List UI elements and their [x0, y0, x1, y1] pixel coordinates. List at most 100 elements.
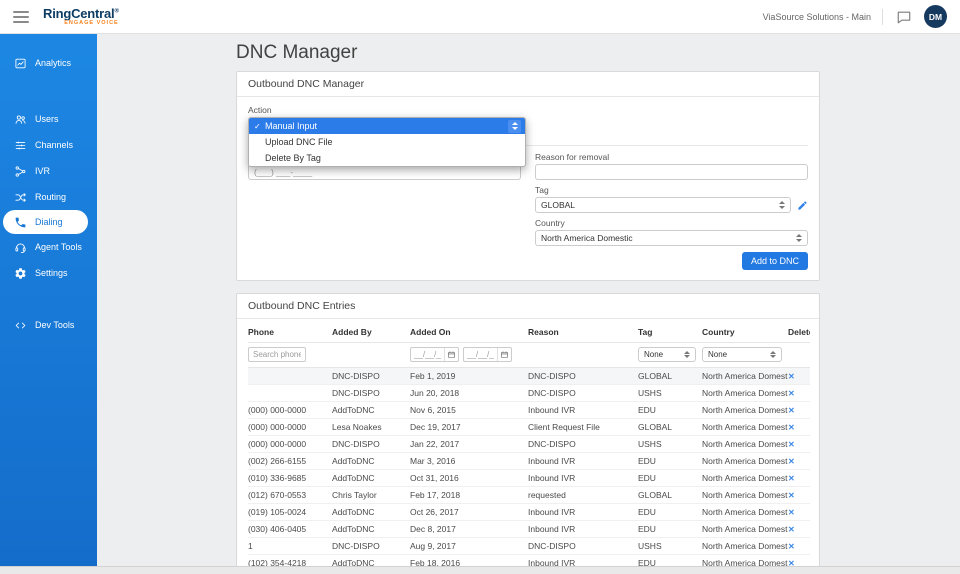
cell-tag: USHS — [638, 537, 702, 555]
hamburger-menu-icon[interactable] — [13, 10, 29, 23]
stepper-icon — [766, 350, 776, 359]
tag-select[interactable]: GLOBAL — [535, 197, 791, 213]
chat-icon[interactable] — [894, 8, 914, 26]
cell-phone: 1 — [248, 537, 332, 555]
delete-icon[interactable] — [788, 406, 795, 415]
delete-icon[interactable] — [788, 542, 795, 551]
entries-card-title: Outbound DNC Entries — [237, 294, 819, 319]
cell-country: North America Domestic — [702, 469, 788, 487]
date-from-input[interactable] — [411, 350, 444, 359]
delete-icon[interactable] — [788, 508, 795, 517]
cell-phone: (000) 000-0000 — [248, 418, 332, 436]
action-select[interactable]: ✓ Manual Input Upload DNC File Delete By… — [248, 117, 526, 167]
cell-country: North America Domestic — [702, 418, 788, 436]
delete-icon[interactable] — [788, 389, 795, 398]
dialing-icon — [14, 216, 27, 229]
users-icon — [14, 113, 27, 126]
sidebar: Analytics Users Channels IVR Routing Dia… — [0, 34, 97, 574]
brand-name: RingCentral® — [43, 5, 119, 21]
topbar-divider — [882, 8, 883, 25]
stepper-icon — [792, 234, 802, 242]
cell-added-by: Chris Taylor — [332, 486, 410, 504]
cell-added-on: Jun 20, 2018 — [410, 384, 528, 402]
calendar-icon[interactable] — [444, 348, 458, 361]
table-row: (000) 000-0000 Lesa Noakes Dec 19, 2017 … — [248, 418, 810, 436]
delete-icon[interactable] — [788, 423, 795, 432]
sidebar-item-analytics[interactable]: Analytics — [0, 50, 97, 76]
cell-phone: (012) 670-0553 — [248, 486, 332, 504]
table-body: DNC-DISPO Feb 1, 2019 DNC-DISPO GLOBAL N… — [248, 367, 810, 574]
sidebar-item-label: Channels — [35, 140, 74, 150]
outbound-dnc-entries-card: Outbound DNC Entries Phone Added By Adde… — [236, 293, 820, 574]
cell-tag: USHS — [638, 384, 702, 402]
delete-icon[interactable] — [788, 440, 795, 449]
edit-tag-icon[interactable] — [797, 200, 808, 211]
search-phone-input[interactable] — [248, 347, 306, 362]
country-label: Country — [535, 218, 565, 228]
sidebar-item-dialing[interactable]: Dialing — [3, 210, 88, 234]
cell-added-on: Dec 19, 2017 — [410, 418, 528, 436]
reason-input[interactable] — [535, 164, 808, 180]
settings-icon — [14, 267, 27, 280]
col-country: Country — [702, 321, 788, 343]
reason-label: Reason for removal — [535, 152, 610, 162]
table-row: (000) 000-0000 DNC-DISPO Jan 22, 2017 DN… — [248, 435, 810, 453]
sidebar-item-label: Users — [35, 114, 59, 124]
table-row: DNC-DISPO Feb 1, 2019 DNC-DISPO GLOBAL N… — [248, 367, 810, 385]
delete-icon[interactable] — [788, 457, 795, 466]
menu-item-upload-dnc-file[interactable]: Upload DNC File — [249, 134, 525, 150]
tag-filter-select[interactable]: None — [638, 347, 696, 362]
col-added-by: Added By — [332, 321, 410, 343]
cell-tag: EDU — [638, 520, 702, 538]
add-to-dnc-button[interactable]: Add to DNC — [741, 252, 808, 270]
cell-added-on: Feb 1, 2019 — [410, 367, 528, 385]
delete-icon[interactable] — [788, 525, 795, 534]
cell-reason: Inbound IVR — [528, 401, 638, 419]
cell-tag: EDU — [638, 469, 702, 487]
sidebar-item-agent-tools[interactable]: Agent Tools — [0, 234, 97, 260]
cell-added-by: AddToDNC — [332, 452, 410, 470]
delete-icon[interactable] — [788, 372, 795, 381]
sidebar-item-routing[interactable]: Routing — [0, 184, 97, 210]
menu-item-delete-by-tag[interactable]: Delete By Tag — [249, 150, 525, 166]
sidebar-item-label: Agent Tools — [35, 242, 82, 252]
table-row: (002) 266-6155 AddToDNC Mar 3, 2016 Inbo… — [248, 452, 810, 470]
date-to-group — [463, 347, 512, 362]
cell-added-on: Feb 17, 2018 — [410, 486, 528, 504]
cell-phone: (010) 336-9685 — [248, 469, 332, 487]
cell-country: North America Domestic — [702, 452, 788, 470]
cell-added-by: DNC-DISPO — [332, 435, 410, 453]
col-added-on: Added On — [410, 321, 528, 343]
cell-reason: Inbound IVR — [528, 452, 638, 470]
cell-added-by: DNC-DISPO — [332, 537, 410, 555]
cell-phone: (002) 266-6155 — [248, 452, 332, 470]
sidebar-item-ivr[interactable]: IVR — [0, 158, 97, 184]
sidebar-item-label: Analytics — [35, 58, 72, 68]
avatar[interactable]: DM — [924, 5, 947, 28]
col-tag: Tag — [638, 321, 702, 343]
cell-tag: EDU — [638, 401, 702, 419]
calendar-icon[interactable] — [497, 348, 511, 361]
brand-subtitle: ENGAGE VOICE — [64, 19, 119, 26]
cell-phone — [248, 367, 332, 385]
sidebar-item-users[interactable]: Users — [0, 106, 97, 132]
table-row: (030) 406-0405 AddToDNC Dec 8, 2017 Inbo… — [248, 520, 810, 538]
main-content: DNC Manager Outbound DNC Manager Action … — [97, 34, 960, 574]
sidebar-item-settings[interactable]: Settings — [0, 260, 97, 286]
cell-tag: GLOBAL — [638, 367, 702, 385]
delete-icon[interactable] — [788, 474, 795, 483]
delete-icon[interactable] — [788, 491, 795, 500]
date-to-input[interactable] — [464, 350, 497, 359]
country-filter-select[interactable]: None — [702, 347, 782, 362]
action-label: Action — [248, 105, 272, 115]
horizontal-scrollbar[interactable] — [0, 566, 960, 574]
cell-country: North America Domestic — [702, 401, 788, 419]
sidebar-item-channels[interactable]: Channels — [0, 132, 97, 158]
account-name: ViaSource Solutions - Main — [762, 11, 871, 22]
sidebar-item-dev-tools[interactable]: Dev Tools — [0, 312, 97, 338]
cell-tag: GLOBAL — [638, 418, 702, 436]
sidebar-item-label: Settings — [35, 268, 68, 278]
cell-reason: Inbound IVR — [528, 469, 638, 487]
country-select[interactable]: North America Domestic — [535, 230, 808, 246]
menu-item-manual-input[interactable]: ✓ Manual Input — [249, 118, 525, 134]
